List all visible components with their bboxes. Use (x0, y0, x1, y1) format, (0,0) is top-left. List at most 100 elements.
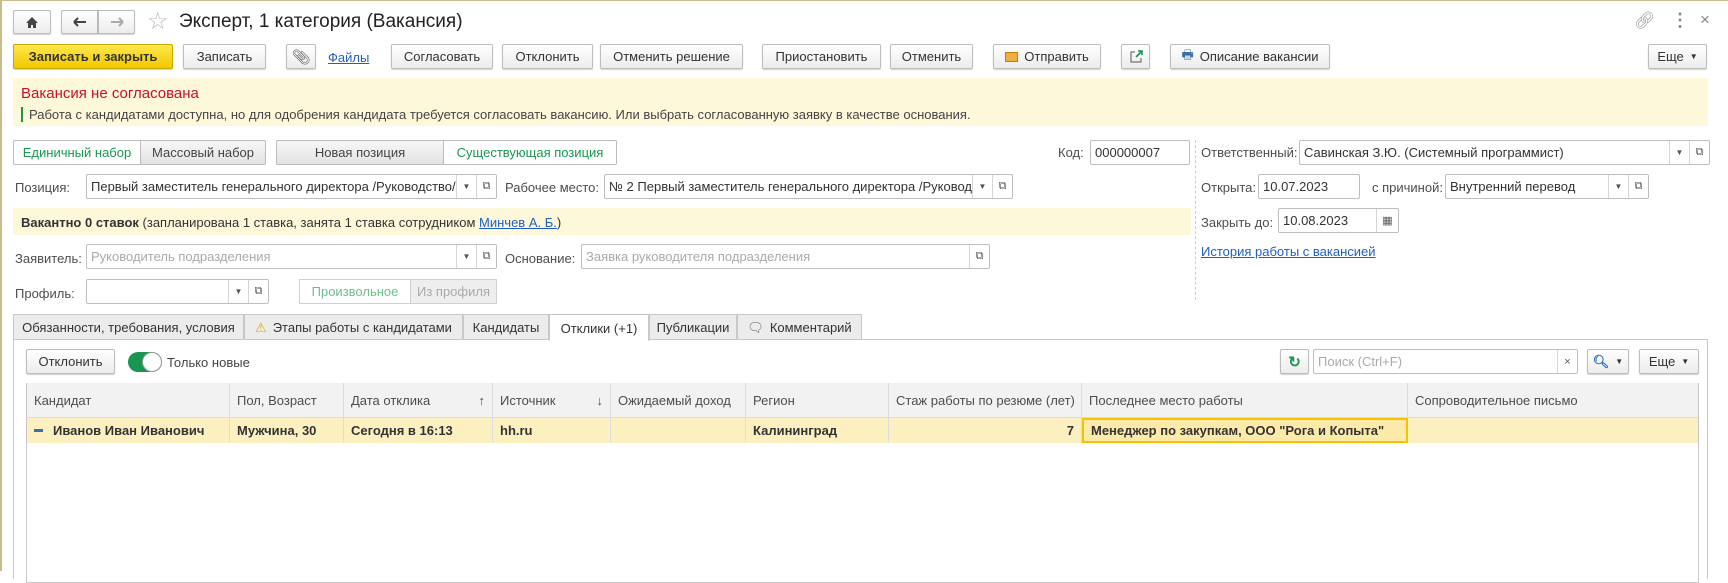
open-icon[interactable]: ⧉ (248, 280, 268, 303)
workplace-field[interactable]: № 2 Первый заместитель генерального дире… (604, 174, 1013, 199)
cell-experience[interactable]: 7 (889, 418, 1082, 443)
close-icon[interactable]: × (1700, 10, 1710, 30)
reason-label: с причиной: (1372, 180, 1443, 195)
vacancy-description-button[interactable]: 🖶 Описание вакансии (1170, 44, 1330, 69)
clear-icon[interactable]: × (1557, 350, 1577, 373)
new-position-toggle[interactable]: Новая позиция (276, 140, 444, 165)
chevron-down-icon: ▼ (1689, 52, 1698, 61)
vacancy-history-link[interactable]: История работы с вакансией (1201, 244, 1376, 259)
from-profile-toggle[interactable]: Из профиля (410, 279, 497, 304)
dropdown-icon[interactable]: ▼ (228, 280, 248, 303)
only-new-toggle[interactable] (128, 352, 162, 372)
reject-response-button[interactable]: Отклонить (26, 349, 115, 374)
responsible-field[interactable]: Савинская З.Ю. (Системный программист) ▼ ⧉ (1299, 140, 1710, 165)
chevron-down-icon: ▼ (1681, 357, 1690, 366)
cell-date[interactable]: Сегодня в 16:13 (344, 418, 493, 443)
column-header-experience[interactable]: Стаж работы по резюме (лет) (889, 383, 1082, 418)
close-by-field[interactable]: 10.08.2023 ▦ (1278, 208, 1399, 233)
tab-candidates[interactable]: Кандидаты (463, 314, 549, 340)
refresh-icon: ↻ (1288, 353, 1301, 371)
table-more-button[interactable]: Еще ▼ (1639, 349, 1699, 374)
column-header-date[interactable]: Дата отклика ↑ (344, 383, 493, 418)
save-and-close-button[interactable]: Записать и закрыть (13, 44, 173, 69)
column-header-last-job[interactable]: Последнее место работы (1082, 383, 1408, 418)
mass-recruit-toggle[interactable]: Массовый набор (140, 140, 266, 165)
cell-last-job[interactable]: Менеджер по закупкам, ООО "Рога и Копыта… (1082, 418, 1408, 443)
employee-link[interactable]: Минчев А. Б. (479, 215, 557, 230)
column-header-region[interactable]: Регион (746, 383, 889, 418)
code-label: Код: (1058, 145, 1084, 160)
save-button[interactable]: Записать (183, 44, 266, 69)
toggle-knob (142, 352, 162, 372)
dropdown-icon[interactable]: ▼ (456, 245, 476, 268)
tab-comment[interactable]: 🗨︎ Комментарий (737, 314, 862, 340)
basis-field[interactable]: Заявка руководителя подразделения ⧉ (581, 244, 990, 269)
open-icon[interactable]: ⧉ (992, 175, 1012, 198)
files-link[interactable]: Файлы (328, 50, 369, 65)
cell-source[interactable]: hh.ru (493, 418, 611, 443)
column-header-source[interactable]: Источник ↓ (493, 383, 611, 418)
opened-field[interactable]: 10.07.2023 (1258, 174, 1360, 199)
tab-responses[interactable]: Отклики (+1) (549, 314, 649, 341)
reject-button[interactable]: Отклонить (502, 44, 593, 69)
cell-income[interactable] (611, 418, 746, 443)
profile-field[interactable]: ▼ ⧉ (86, 279, 269, 304)
dropdown-icon[interactable]: ▼ (1608, 175, 1628, 198)
approve-button[interactable]: Согласовать (391, 44, 493, 69)
refresh-button[interactable]: ↻ (1280, 349, 1309, 374)
suspend-button[interactable]: Приостановить (762, 44, 881, 69)
favorite-star-icon[interactable]: ☆ (147, 7, 169, 36)
open-external-button[interactable] (1121, 44, 1150, 69)
open-icon[interactable]: ⧉ (476, 245, 496, 268)
reason-field[interactable]: Внутренний перевод ▼ ⧉ (1445, 174, 1649, 199)
applicant-field[interactable]: Руководитель подразделения ▼ ⧉ (86, 244, 497, 269)
tab-duties[interactable]: Обязанности, требования, условия (13, 314, 244, 340)
column-header-candidate[interactable]: Кандидат (27, 383, 230, 418)
banner-text: Работа с кандидатами доступна, но для од… (21, 107, 971, 122)
search-options-button[interactable]: 🔍︎ ▼ (1587, 349, 1629, 374)
cell-region[interactable]: Калининград (746, 418, 889, 443)
cell-candidate[interactable]: Иванов Иван Иванович (27, 418, 230, 443)
existing-position-toggle[interactable]: Существующая позиция (443, 140, 617, 165)
single-recruit-toggle[interactable]: Единичный набор (13, 140, 141, 165)
tab-publications[interactable]: Публикации (649, 314, 737, 340)
paperclip-icon: 📎︎ (291, 48, 311, 66)
position-field[interactable]: Первый заместитель генерального директор… (86, 174, 497, 199)
code-field[interactable]: 000000007 (1090, 140, 1190, 165)
dropdown-icon[interactable]: ▼ (456, 175, 476, 198)
dropdown-icon[interactable]: ▼ (972, 175, 992, 198)
sort-desc-icon: ↓ (596, 392, 604, 408)
profile-label: Профиль: (15, 286, 75, 301)
arrow-left-icon (72, 17, 86, 27)
cancel-button[interactable]: Отменить (890, 44, 973, 69)
open-icon[interactable]: ⧉ (1689, 141, 1709, 164)
open-icon[interactable]: ⧉ (476, 175, 496, 198)
basis-label: Основание: (505, 251, 576, 266)
column-header-gender-age[interactable]: Пол, Возраст (230, 383, 344, 418)
more-options-icon[interactable]: ⋮ (1671, 10, 1689, 31)
open-icon[interactable]: ⧉ (969, 245, 989, 268)
arrow-right-icon (110, 17, 124, 27)
back-button[interactable] (61, 10, 98, 34)
column-header-cover-letter[interactable]: Сопроводительное письмо (1408, 383, 1698, 418)
search-icon: 🔍︎ (1592, 353, 1610, 369)
printer-icon: 🖶 (1181, 46, 1194, 62)
workplace-label: Рабочее место: (505, 180, 600, 195)
send-button[interactable]: Отправить (993, 44, 1101, 69)
cell-gender-age[interactable]: Мужчина, 30 (230, 418, 344, 443)
arbitrary-profile-toggle[interactable]: Произвольное (299, 279, 411, 304)
more-button[interactable]: Еще ▼ (1648, 44, 1707, 69)
calendar-icon[interactable]: ▦ (1376, 209, 1398, 232)
dropdown-icon[interactable]: ▼ (1669, 141, 1689, 164)
forward-button[interactable] (98, 10, 135, 34)
search-input[interactable]: Поиск (Ctrl+F) × (1313, 349, 1578, 374)
attach-button[interactable]: 📎︎ (286, 44, 316, 69)
link-icon[interactable]: 🔗︎ (1634, 11, 1656, 31)
tab-stages[interactable]: ⚠ Этапы работы с кандидатами (244, 314, 463, 340)
cancel-decision-button[interactable]: Отменить решение (600, 44, 743, 69)
open-icon[interactable]: ⧉ (1628, 175, 1648, 198)
home-button[interactable] (13, 10, 51, 34)
column-header-income[interactable]: Ожидаемый доход (611, 383, 746, 418)
close-by-label: Закрыть до: (1201, 215, 1274, 230)
cell-cover-letter[interactable] (1408, 418, 1698, 443)
